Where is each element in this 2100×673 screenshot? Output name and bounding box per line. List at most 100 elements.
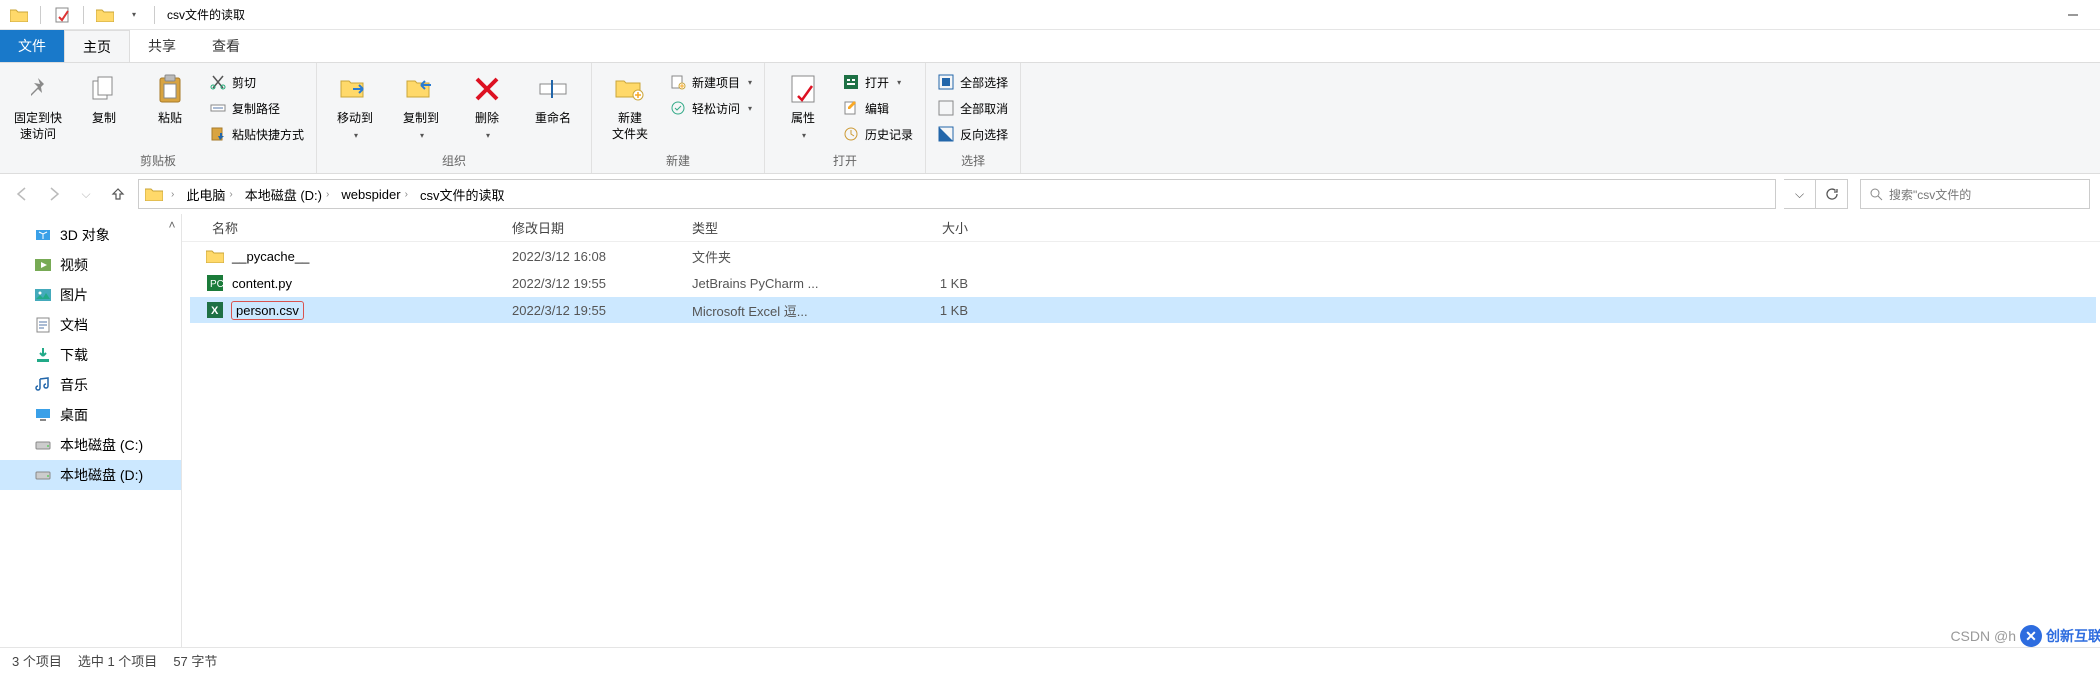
cut-icon bbox=[210, 74, 226, 90]
edit-button[interactable]: 编辑 bbox=[839, 97, 917, 119]
navpane-item[interactable]: 本地磁盘 (D:) bbox=[0, 460, 181, 490]
file-row[interactable]: __pycache__2022/3/12 16:08文件夹 bbox=[190, 243, 2096, 269]
column-date[interactable]: 修改日期 bbox=[512, 218, 692, 237]
move-to-button[interactable]: 移动到 ▾ bbox=[325, 67, 385, 140]
history-button[interactable]: 历史记录 bbox=[839, 123, 917, 145]
recent-locations-button[interactable]: ⌵ bbox=[74, 182, 98, 206]
qat-dropdown[interactable]: ▾ bbox=[122, 4, 144, 26]
navpane-item[interactable]: 下载 bbox=[0, 340, 181, 370]
tab-home[interactable]: 主页 bbox=[64, 30, 130, 62]
group-label-new: 新建 bbox=[600, 150, 756, 173]
navigation-pane: ˄ 3D 对象视频图片文档下载音乐桌面本地磁盘 (C:) 本地磁盘 (D:) bbox=[0, 214, 182, 657]
chevron-down-icon: ▾ bbox=[897, 78, 901, 87]
qat-divider bbox=[40, 6, 41, 24]
new-folder-button[interactable]: 新建 文件夹 bbox=[600, 67, 660, 142]
navpane-item[interactable]: 文档 bbox=[0, 310, 181, 340]
delete-icon bbox=[469, 71, 505, 107]
tab-file[interactable]: 文件 bbox=[0, 30, 64, 62]
navpane-label: 音乐 bbox=[60, 375, 88, 395]
navpane-label: 视频 bbox=[60, 255, 88, 275]
column-name[interactable]: 名称 bbox=[182, 218, 512, 237]
cut-button[interactable]: 剪切 bbox=[206, 71, 308, 93]
group-label-select: 选择 bbox=[934, 150, 1012, 173]
properties-qat-icon[interactable] bbox=[51, 4, 73, 26]
navbar: ⌵ › 此电脑› 本地磁盘 (D:)› webspider› csv文件的读取 … bbox=[0, 174, 2100, 214]
group-label-organize: 组织 bbox=[325, 150, 583, 173]
navpane-icon bbox=[34, 226, 52, 244]
navpane-label: 图片 bbox=[60, 285, 88, 305]
column-type[interactable]: 类型 bbox=[692, 218, 872, 237]
svg-text:X: X bbox=[211, 305, 219, 317]
group-clipboard: 固定到快 速访问 复制 粘贴 剪切 复制路径 粘贴快捷方式 剪贴板 bbox=[0, 63, 317, 173]
back-button[interactable] bbox=[10, 182, 34, 206]
folder-icon[interactable] bbox=[8, 4, 30, 26]
navpane-label: 本地磁盘 (C:) bbox=[60, 435, 143, 455]
file-date: 2022/3/12 19:55 bbox=[512, 276, 692, 291]
crumb-current[interactable]: csv文件的读取 bbox=[416, 185, 509, 204]
qat-divider bbox=[154, 6, 155, 24]
new-item-button[interactable]: 新建项目▾ bbox=[666, 71, 756, 93]
select-all-button[interactable]: 全部选择 bbox=[934, 71, 1012, 93]
delete-button[interactable]: 删除 ▾ bbox=[457, 67, 517, 140]
properties-button[interactable]: 属性 ▾ bbox=[773, 67, 833, 140]
minimize-button[interactable] bbox=[2050, 0, 2096, 30]
navpane-icon bbox=[34, 256, 52, 274]
paste-button[interactable]: 粘贴 bbox=[140, 67, 200, 127]
navpane-item[interactable]: 桌面 bbox=[0, 400, 181, 430]
copy-to-button[interactable]: 复制到 ▾ bbox=[391, 67, 451, 140]
address-bar[interactable]: › 此电脑› 本地磁盘 (D:)› webspider› csv文件的读取 bbox=[138, 179, 1776, 209]
crumb-root-chevron[interactable]: › bbox=[167, 189, 178, 200]
edit-icon bbox=[843, 100, 859, 116]
properties-icon bbox=[785, 71, 821, 107]
easy-access-icon bbox=[670, 100, 686, 116]
shortcut-icon bbox=[210, 126, 226, 142]
tab-share[interactable]: 共享 bbox=[130, 30, 194, 62]
watermark: CSDN @h ✕ 创新互联 bbox=[1950, 625, 2100, 647]
file-name: content.py bbox=[232, 276, 292, 291]
copy-button[interactable]: 复制 bbox=[74, 67, 134, 127]
navpane-icon bbox=[34, 436, 52, 454]
navpane-item[interactable]: 本地磁盘 (C:) bbox=[0, 430, 181, 460]
select-all-icon bbox=[938, 74, 954, 90]
rename-button[interactable]: 重命名 bbox=[523, 67, 583, 127]
select-none-button[interactable]: 全部取消 bbox=[934, 97, 1012, 119]
paste-shortcut-button[interactable]: 粘贴快捷方式 bbox=[206, 123, 308, 145]
navpane-scroll-up[interactable]: ˄ bbox=[163, 214, 181, 236]
up-button[interactable] bbox=[106, 182, 130, 206]
tab-view[interactable]: 查看 bbox=[194, 30, 258, 62]
pin-to-quick-access-button[interactable]: 固定到快 速访问 bbox=[8, 67, 68, 142]
file-icon bbox=[206, 247, 224, 265]
file-row[interactable]: Xperson.csv2022/3/12 19:55Microsoft Exce… bbox=[190, 297, 2096, 323]
refresh-button[interactable] bbox=[1816, 179, 1848, 209]
group-new: 新建 文件夹 新建项目▾ 轻松访问▾ 新建 bbox=[592, 63, 765, 173]
path-icon bbox=[210, 100, 226, 116]
chevron-down-icon: ▾ bbox=[802, 131, 806, 140]
folder-context-icon[interactable] bbox=[94, 4, 116, 26]
new-item-icon bbox=[670, 74, 686, 90]
copy-path-button[interactable]: 复制路径 bbox=[206, 97, 308, 119]
easy-access-button[interactable]: 轻松访问▾ bbox=[666, 97, 756, 119]
open-icon bbox=[843, 74, 859, 90]
navpane-item[interactable]: 视频 bbox=[0, 250, 181, 280]
chevron-down-icon: ▾ bbox=[420, 131, 424, 140]
invert-selection-button[interactable]: 反向选择 bbox=[934, 123, 1012, 145]
navpane-icon bbox=[34, 346, 52, 364]
crumb-webspider[interactable]: webspider› bbox=[337, 187, 412, 202]
column-size[interactable]: 大小 bbox=[872, 218, 992, 237]
move-to-icon bbox=[337, 71, 373, 107]
ribbon-tabs: 文件 主页 共享 查看 bbox=[0, 30, 2100, 62]
chevron-down-icon: ▾ bbox=[748, 104, 752, 113]
crumb-drive-d[interactable]: 本地磁盘 (D:)› bbox=[241, 185, 334, 204]
address-dropdown-button[interactable]: ⌵ bbox=[1784, 179, 1816, 209]
window-title: csv文件的读取 bbox=[163, 6, 245, 23]
navpane-item[interactable]: 音乐 bbox=[0, 370, 181, 400]
crumb-this-pc[interactable]: 此电脑› bbox=[182, 185, 236, 204]
file-row[interactable]: PCcontent.py2022/3/12 19:55JetBrains PyC… bbox=[190, 270, 2096, 296]
navpane-item[interactable]: 3D 对象 bbox=[0, 220, 181, 250]
navpane-label: 3D 对象 bbox=[60, 225, 110, 245]
open-button[interactable]: 打开▾ bbox=[839, 71, 917, 93]
search-box[interactable]: 搜索"csv文件的 bbox=[1860, 179, 2090, 209]
group-select: 全部选择 全部取消 反向选择 选择 bbox=[926, 63, 1021, 173]
navpane-item[interactable]: 图片 bbox=[0, 280, 181, 310]
forward-button[interactable] bbox=[42, 182, 66, 206]
